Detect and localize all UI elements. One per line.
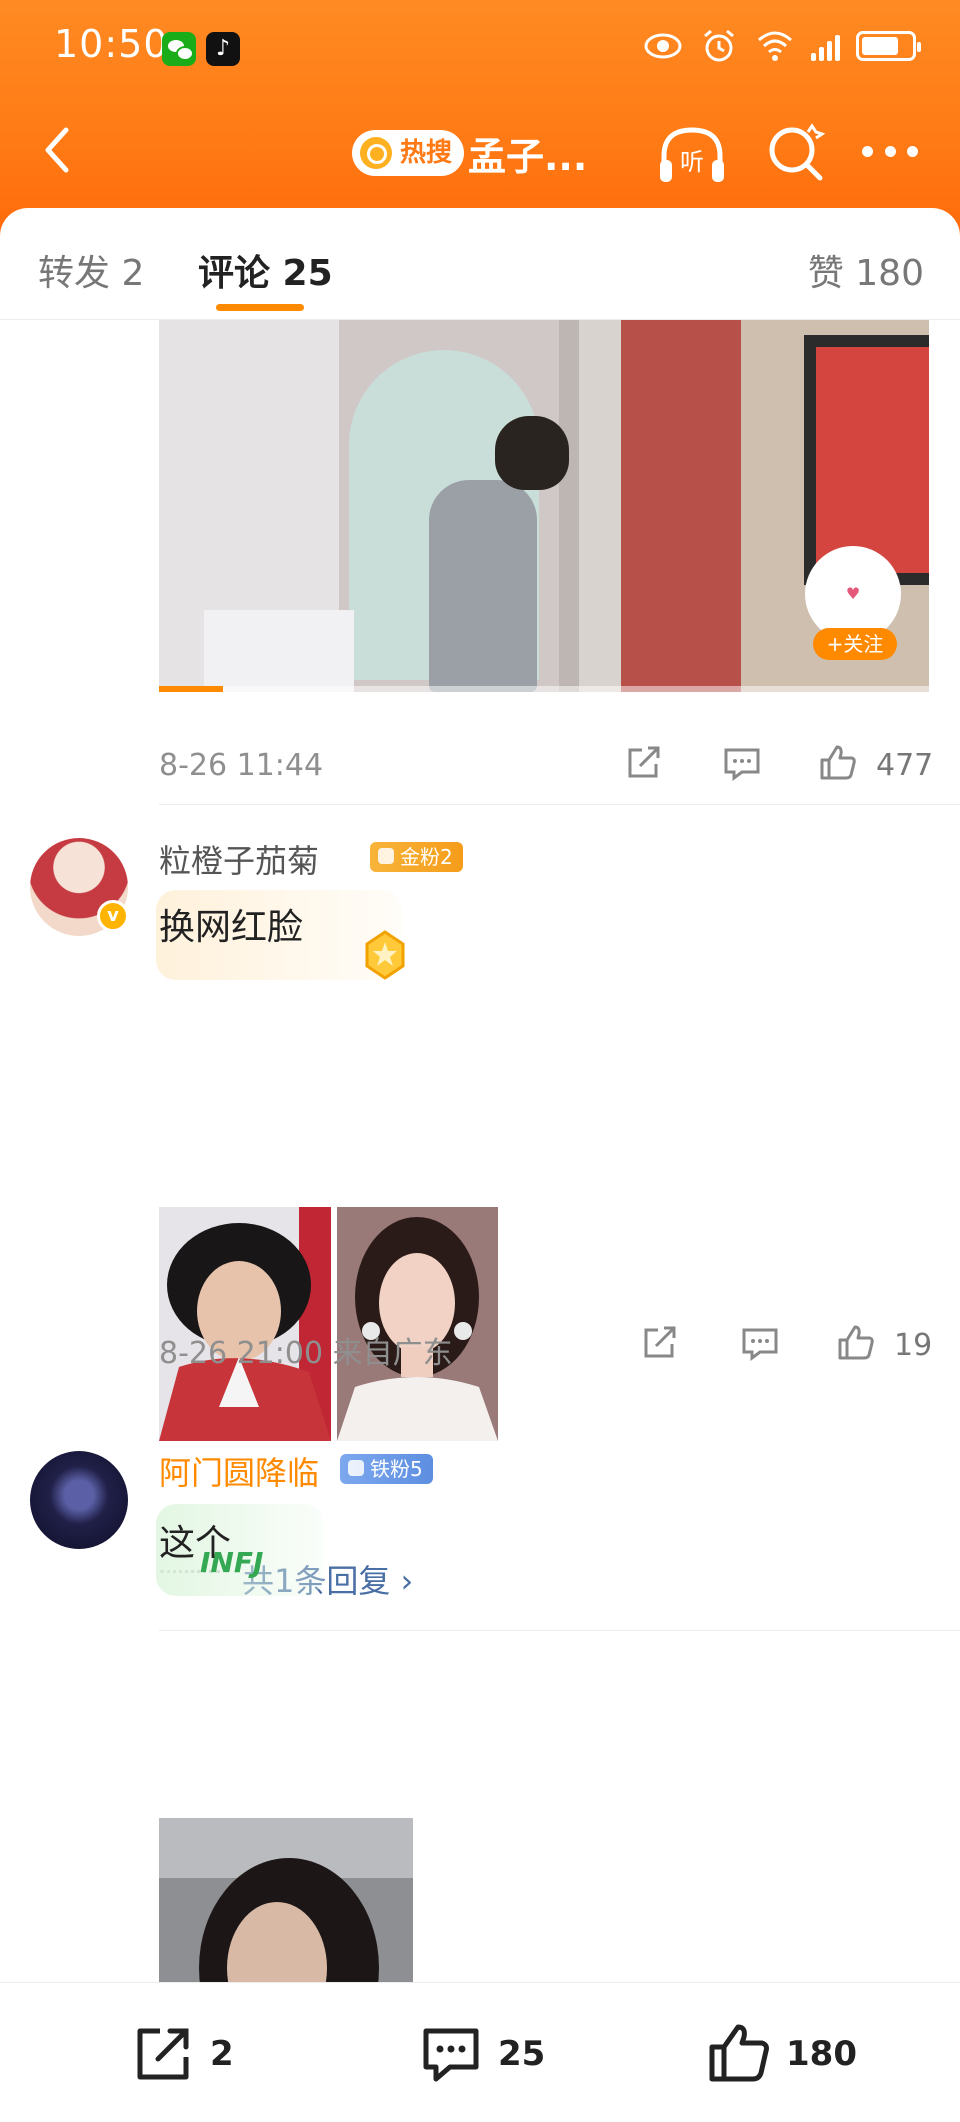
like-icon <box>709 2024 769 2082</box>
listen-headphones-icon[interactable]: 听 <box>656 122 728 188</box>
more-options-icon[interactable] <box>862 146 918 162</box>
video-progress-bar <box>159 686 929 692</box>
like-icon[interactable] <box>818 744 858 782</box>
signal-icon <box>811 31 840 61</box>
status-icons <box>643 28 921 64</box>
back-arrow-icon[interactable] <box>30 120 90 180</box>
hot-search-badge[interactable]: 热搜 <box>352 130 465 176</box>
topic-title[interactable]: 孟子... <box>468 126 587 181</box>
comment-time-location: 8-26 21:00 来自广东 <box>159 1336 453 1371</box>
video-person <box>429 480 537 692</box>
tab-comment[interactable]: 评论 25 <box>198 244 333 296</box>
share-icon <box>137 2028 189 2080</box>
share-button[interactable]: 2 <box>130 2019 234 2089</box>
header: 10:50 ♪ 热搜 孟子... 听 <box>0 0 960 240</box>
comment-username[interactable]: 粒橙子茄菊 <box>159 836 319 882</box>
tab-active-indicator <box>216 304 304 311</box>
fan-badge: 铁粉5 <box>340 1454 433 1484</box>
hot-search-label: 热搜 <box>400 138 453 168</box>
tab-repost[interactable]: 转发 2 <box>38 244 144 296</box>
battery-icon <box>856 31 921 61</box>
hot-search-icon <box>360 137 392 169</box>
post-meta-row: 8-26 11:44 477 <box>0 736 960 796</box>
star-sticker-icon <box>365 930 405 980</box>
tab-bar: 转发 2 评论 25 赞 180 <box>0 208 960 320</box>
post-time: 8-26 11:44 <box>159 748 324 783</box>
video-thumbnail[interactable]: ♥ +关注 <box>159 320 929 692</box>
search-icon[interactable] <box>764 122 828 186</box>
eye-icon <box>644 33 682 59</box>
comment-button[interactable]: 25 <box>418 2019 545 2089</box>
comment-icon[interactable] <box>722 744 762 782</box>
comment-icon[interactable] <box>740 1324 780 1362</box>
comment-count: 25 <box>498 2034 546 2074</box>
comments-panel: 转发 2 评论 25 赞 180 ♥ +关注 8-26 11:44 477 v … <box>0 208 960 2122</box>
status-bar: 10:50 ♪ <box>0 0 960 96</box>
comment-text: 这个 <box>159 1523 232 1564</box>
comment-text: 换网红脸 <box>159 907 304 948</box>
share-icon[interactable] <box>640 1324 680 1362</box>
like-icon[interactable] <box>836 1324 876 1362</box>
divider <box>159 804 960 805</box>
comment-icon <box>423 2028 479 2082</box>
bottom-action-bar: 2 25 180 <box>0 1982 960 2122</box>
share-count: 2 <box>210 2034 234 2074</box>
like-button[interactable]: 180 <box>706 2019 857 2089</box>
nav-bar: 热搜 孟子... 听 <box>0 100 960 210</box>
tiktok-icon: ♪ <box>206 32 240 66</box>
status-time: 10:50 <box>54 22 169 66</box>
listen-label: 听 <box>680 148 704 176</box>
alarm-icon <box>704 29 734 62</box>
verified-badge-icon: v <box>97 900 129 932</box>
fan-badge: 金粉2 <box>370 842 463 872</box>
wifi-icon <box>758 31 792 61</box>
follow-button[interactable]: +关注 <box>813 628 897 660</box>
comment-username[interactable]: 阿门圆降临 <box>159 1448 319 1494</box>
divider <box>159 1630 960 1631</box>
like-count: 180 <box>786 2034 857 2074</box>
post-like-count: 477 <box>876 748 934 783</box>
wechat-icon <box>162 32 196 66</box>
share-icon[interactable] <box>624 744 664 782</box>
comment-meta-row: 8-26 21:00 来自广东 19 <box>0 1316 960 1376</box>
comment-like-count: 19 <box>894 1328 933 1363</box>
tab-like[interactable]: 赞 180 <box>808 244 924 296</box>
avatar[interactable] <box>30 1451 128 1549</box>
